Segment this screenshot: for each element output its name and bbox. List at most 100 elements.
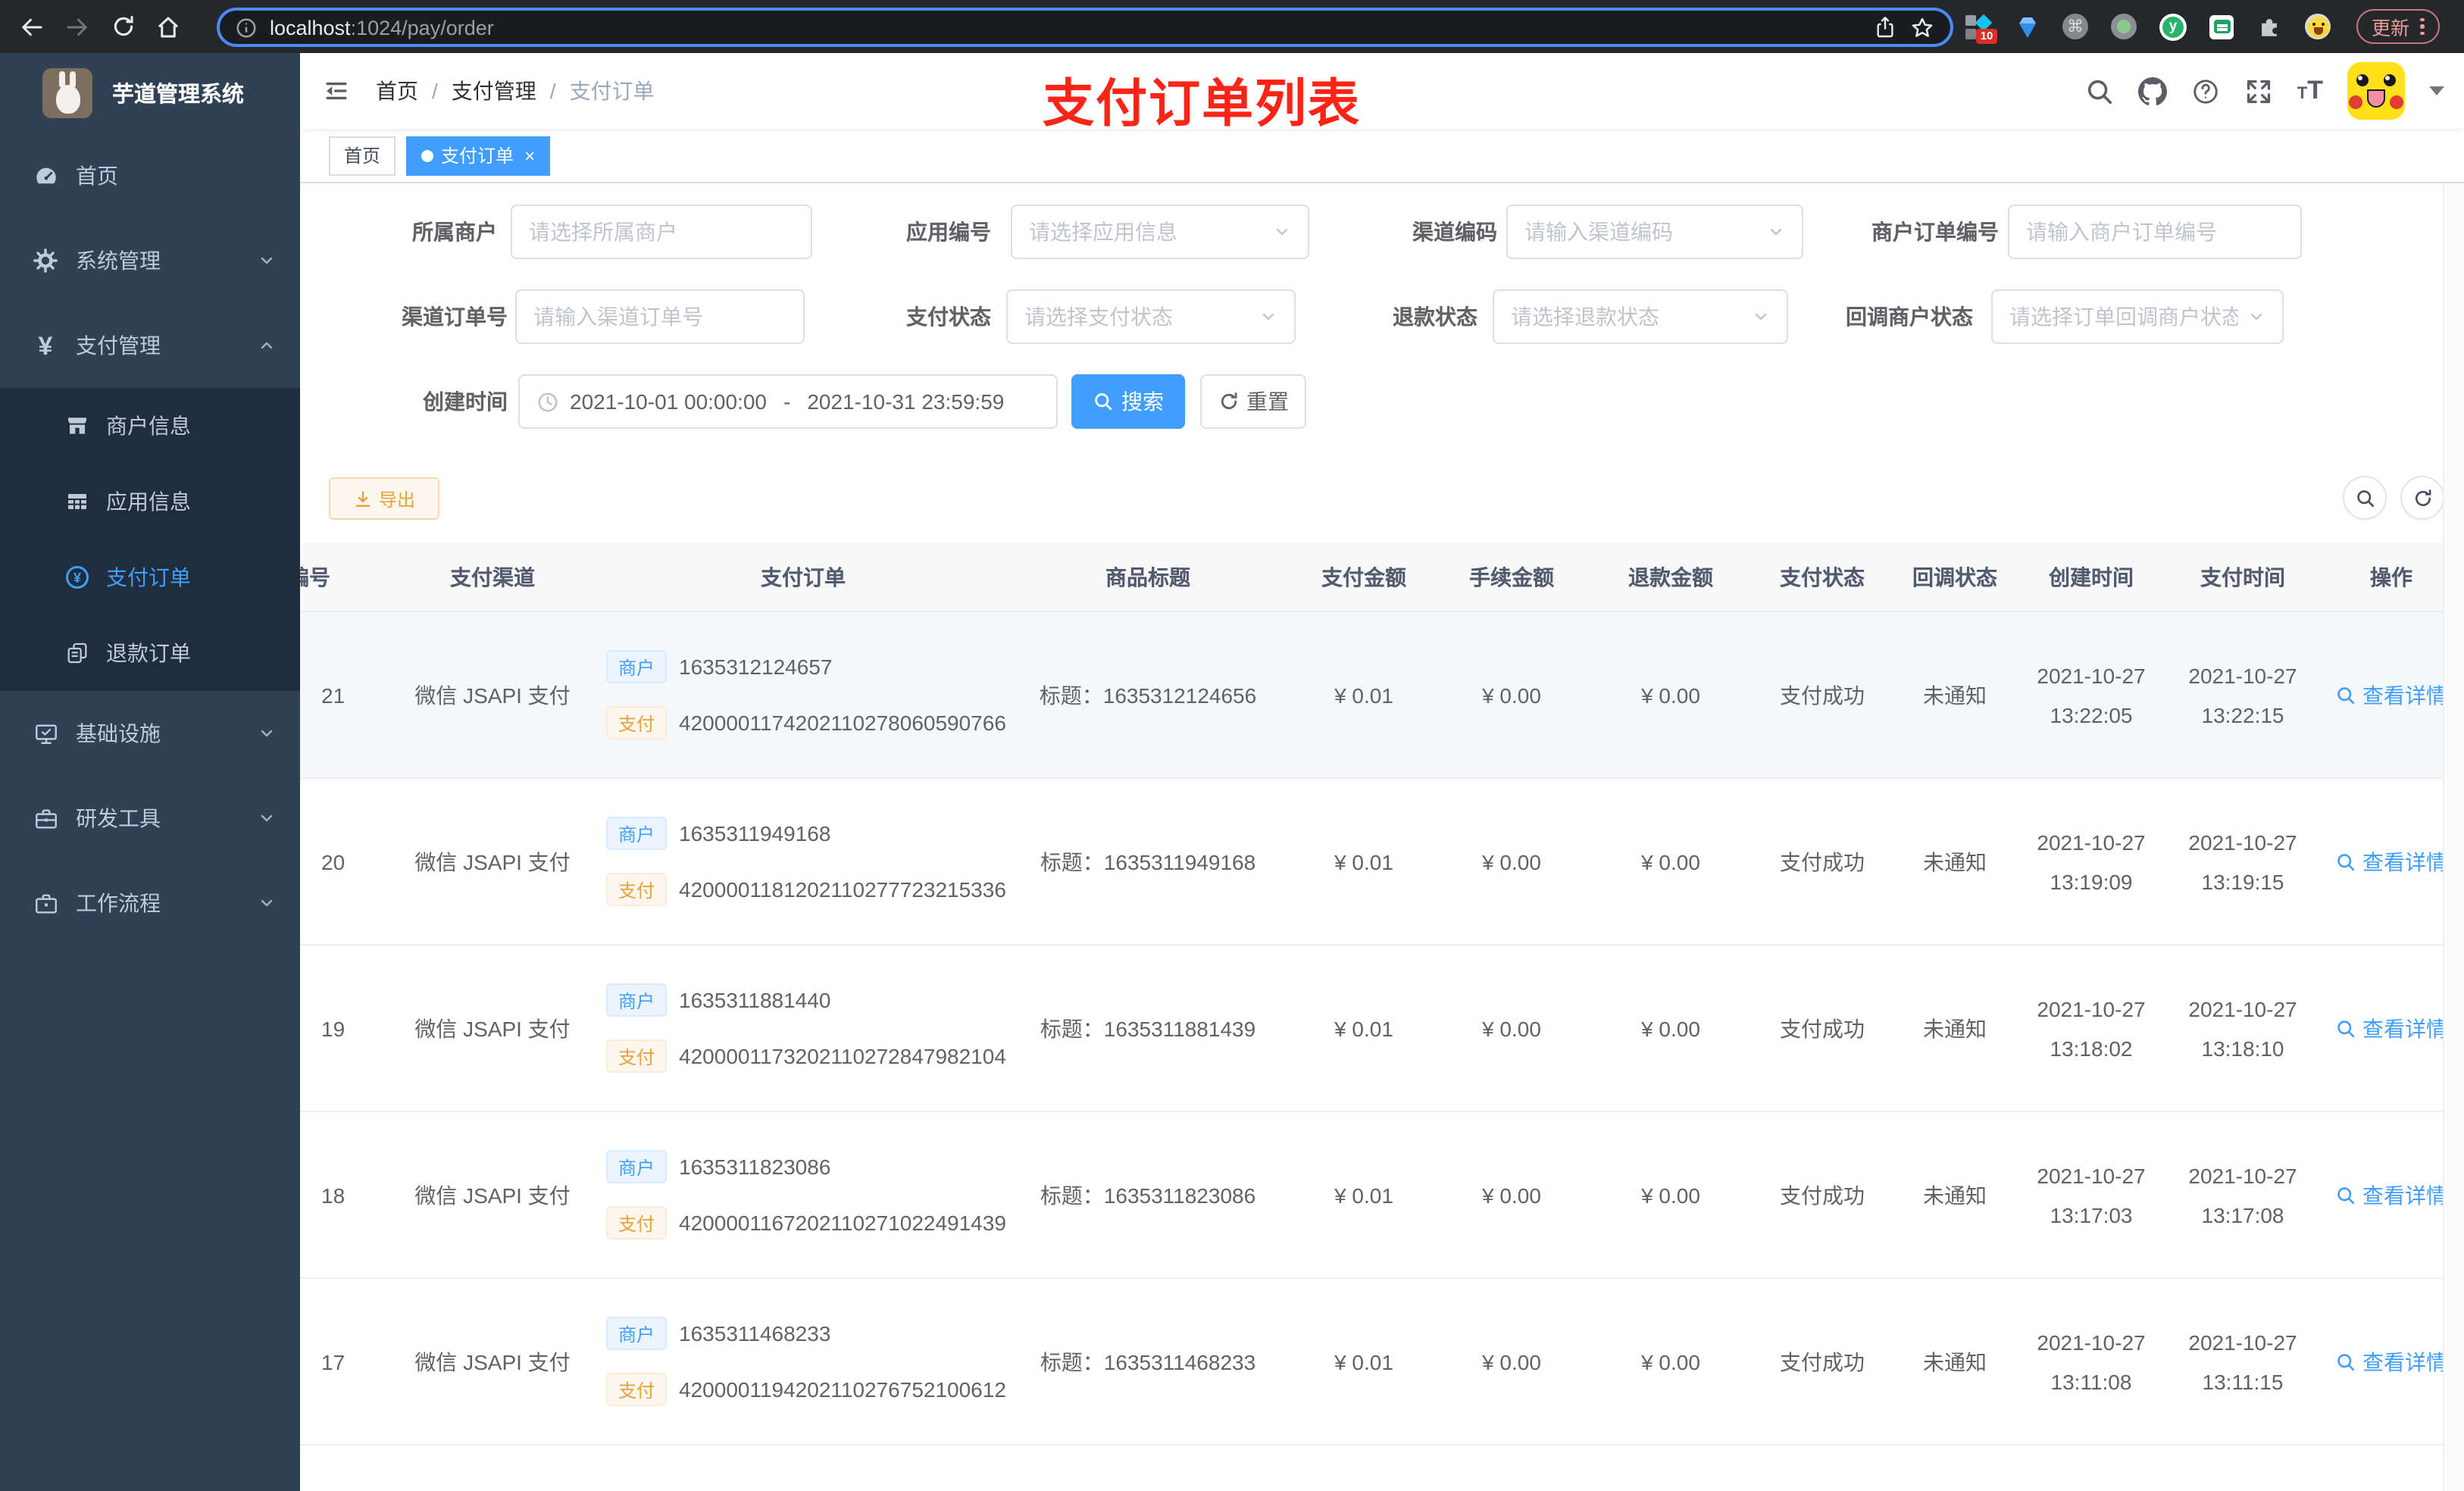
fold-icon [326, 82, 347, 100]
extensions-puzzle-icon[interactable] [2256, 14, 2282, 39]
cell-created: 2021-10-27 13:17:03 [2015, 1112, 2167, 1277]
view-detail-link[interactable]: 查看详情 [2335, 680, 2447, 710]
tab-0[interactable]: 首页 [329, 136, 396, 175]
bookmark-button[interactable] [1909, 14, 1935, 40]
reload-icon [113, 15, 133, 36]
sidebar-item-pay-order[interactable]: ¥ 支付订单 [0, 539, 300, 615]
sidebar-item-pay[interactable]: ¥ 支付管理 [0, 303, 300, 388]
order-no-value: 1635312124657 [679, 655, 833, 679]
cell-refund: ¥ 0.00 [1641, 1349, 1700, 1374]
export-button[interactable]: 导出 [329, 477, 439, 520]
header-search-button[interactable] [2085, 77, 2114, 105]
select-field[interactable]: 请选择退款状态 [1493, 289, 1788, 344]
screen: localhost:1024/pay/order 10 ⌘ y 更新 芋道管理系… [0, 0, 2464, 1491]
date-end-value[interactable]: 2021-10-31 23:59:59 [807, 389, 1004, 414]
cell-title: 标题：1635312124656 [1039, 683, 1257, 707]
sidebar-item-label: 应用信息 [106, 489, 191, 514]
tab-active-1[interactable]: 支付订单 × [406, 136, 551, 175]
filter-label: 退款状态 [1393, 305, 1477, 329]
clock-icon [536, 390, 559, 413]
extension-gem-icon[interactable] [2015, 14, 2040, 39]
user-avatar[interactable] [2347, 62, 2405, 120]
text-input-field[interactable]: 请输入渠道订单号 [515, 289, 805, 344]
sidebar-item-refund-order[interactable]: 退款订单 [0, 615, 300, 691]
view-detail-link[interactable]: 查看详情 [2335, 1013, 2447, 1043]
show-search-toggle-button[interactable] [2343, 476, 2387, 520]
browser-reload-button[interactable] [100, 4, 145, 49]
breadcrumb-home[interactable]: 首页 [376, 76, 418, 106]
share-button[interactable] [1873, 15, 1897, 39]
cell-amount: ¥ 0.01 [1334, 1183, 1393, 1207]
refresh-icon [1220, 392, 1237, 410]
column-header-paid: 支付时间 [2167, 542, 2319, 611]
text-input-field[interactable]: 请输入商户订单编号 [2008, 205, 2302, 259]
date-range-input[interactable]: 2021-10-01 00:00:00 - 2021-10-31 23:59:5… [518, 374, 1058, 429]
sidebar-item-home[interactable]: 首页 [0, 133, 300, 218]
table-row: 18 微信 JSAPI 支付 商户 1635311823086 支付 4200001167… [300, 1112, 2464, 1279]
view-detail-link[interactable]: 查看详情 [2335, 1180, 2447, 1210]
extension-recorder-icon[interactable] [2111, 14, 2137, 39]
toolbox-icon [32, 805, 59, 831]
refresh-table-button[interactable] [2400, 476, 2444, 520]
select-field[interactable]: 请输入渠道编码 [1506, 205, 1803, 259]
reset-button[interactable]: 重置 [1200, 374, 1306, 429]
fullscreen-button[interactable] [2244, 77, 2273, 105]
sidebar-item-app[interactable]: 应用信息 [0, 464, 300, 539]
gear-icon [32, 248, 59, 273]
address-bar[interactable]: localhost:1024/pay/order [217, 8, 1953, 47]
cell-id [300, 1446, 409, 1491]
select-field[interactable]: 请选择应用信息 [1011, 205, 1309, 259]
view-detail-link[interactable]: 查看详情 [2335, 1346, 2447, 1377]
browser-update-button[interactable]: 更新 [2356, 9, 2440, 44]
extension-y-icon[interactable]: y [2159, 13, 2187, 40]
cell-channel: 微信 JSAPI 支付 [414, 1016, 571, 1040]
browser-back-button[interactable] [9, 4, 55, 49]
app-logo-row[interactable]: 芋道管理系统 [0, 53, 300, 133]
extension-command-icon[interactable]: ⌘ [2062, 14, 2088, 39]
sidebar-item-infra[interactable]: 基础设施 [0, 691, 300, 776]
cell-refund [1591, 1446, 1750, 1491]
date-start-value[interactable]: 2021-10-01 00:00:00 [570, 389, 767, 414]
tab-close-icon[interactable]: × [524, 146, 535, 164]
view-detail-link[interactable]: 查看详情 [2335, 846, 2447, 877]
extension-chat-icon[interactable] [2209, 14, 2234, 39]
order-no-line: 商户 1635311823086 [606, 1150, 830, 1183]
created-date: 2021-10-27 [2037, 996, 2146, 1021]
browser-home-button[interactable] [145, 4, 191, 49]
column-header-label: 支付渠道 [450, 564, 535, 589]
order-no-value: 4200001167202110271022491439 [679, 1211, 1006, 1235]
column-header-label: 手续金额 [1469, 564, 1554, 589]
select-field[interactable]: 请选择订单回调商户状态 [1991, 289, 2284, 344]
cell-amount: ¥ 0.01 [1334, 849, 1393, 874]
select-field[interactable]: 请选择支付状态 [1006, 289, 1296, 344]
sidebar-item-devtool[interactable]: 研发工具 [0, 776, 300, 861]
help-button[interactable] [2191, 77, 2220, 105]
extension-emoji-icon[interactable] [2305, 14, 2331, 39]
search-button-label: 搜索 [1121, 389, 1164, 414]
browser-forward-button[interactable] [55, 4, 100, 49]
sidebar-item-label: 工作流程 [76, 891, 161, 915]
user-menu-caret-icon[interactable] [2429, 86, 2444, 95]
font-size-button[interactable]: TT [2297, 76, 2323, 106]
dashboard-icon [32, 163, 59, 189]
search-button[interactable]: 搜索 [1071, 374, 1185, 429]
column-header-refund: 退款金额 [1591, 542, 1750, 611]
github-link[interactable] [2137, 77, 2167, 105]
cell-fee: ¥ 0.00 [1482, 849, 1541, 874]
sidebar-item-workflow[interactable]: 工作流程 [0, 861, 300, 946]
created-date: 2021-10-27 [2037, 1163, 2146, 1187]
chevron-up-icon [258, 336, 276, 355]
paid-time: 13:22:15 [2201, 702, 2284, 727]
order-no-line: 支付 4200001174202110278060590766 [606, 706, 1006, 739]
filter-label: 回调商户状态 [1846, 305, 1973, 329]
sidebar-item-system[interactable]: 系统管理 [0, 218, 300, 303]
filter-label: 所属商户 [412, 220, 497, 244]
sidebar-collapse-button[interactable] [323, 77, 350, 105]
text-input-field[interactable]: 请选择所属商户 [511, 205, 812, 259]
order-no-line: 商户 1635311468233 [606, 1317, 830, 1350]
page-scrollbar[interactable] [2443, 183, 2464, 1491]
cell-paid: 2021-10-27 13:22:15 [2167, 612, 2319, 777]
browser-menu-icon[interactable] [2420, 17, 2425, 36]
extension-devtools-icon[interactable]: 10 [1965, 13, 1997, 43]
sidebar-item-merchant[interactable]: 商户信息 [0, 388, 300, 464]
